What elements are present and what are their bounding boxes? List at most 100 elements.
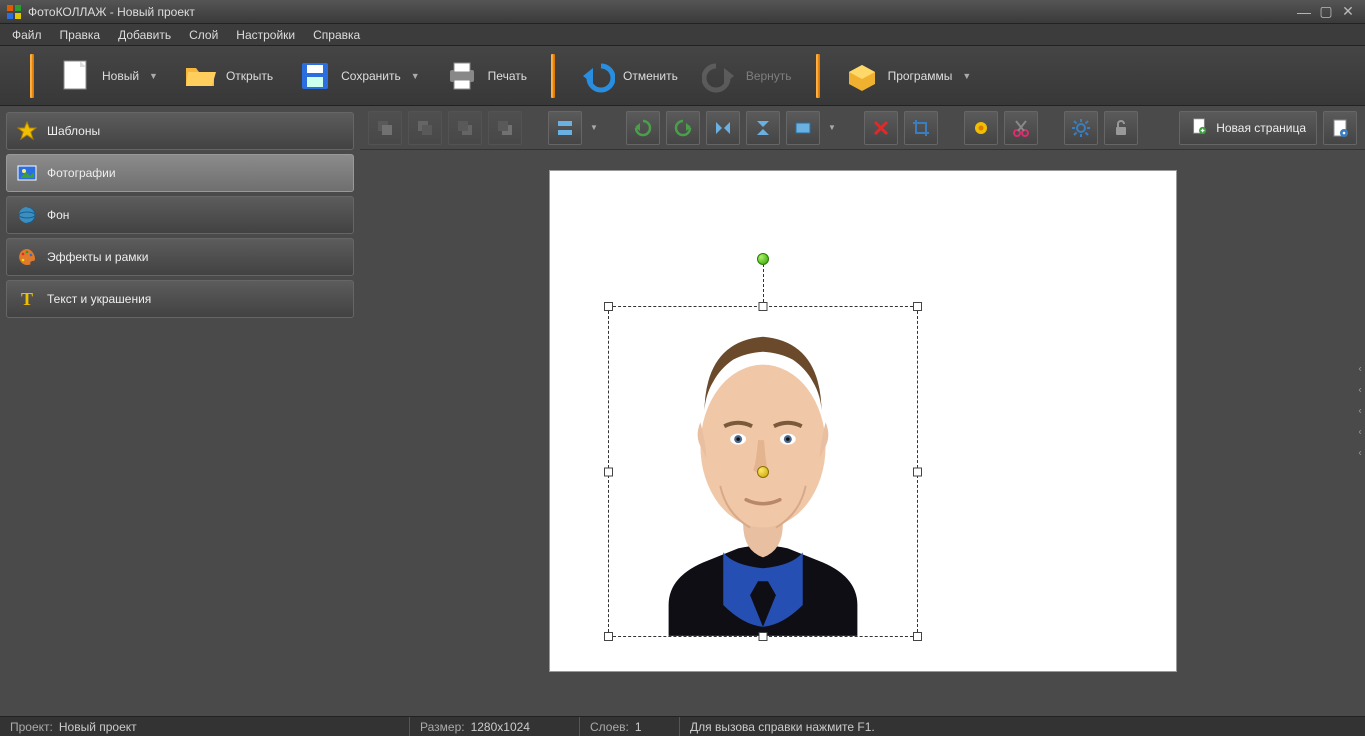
resize-handle-sw[interactable] [604,632,613,641]
print-icon [444,58,480,94]
status-layers: Слоев: 1 [580,717,680,736]
menu-bar: Файл Правка Добавить Слой Настройки Спра… [0,24,1365,46]
sidebar-item-photos[interactable]: Фотографии [6,154,354,192]
menu-settings[interactable]: Настройки [230,26,301,44]
flip-vertical-button[interactable] [746,111,780,145]
status-layers-label: Слоев: [590,720,629,734]
status-project-value: Новый проект [59,720,137,734]
sidebar: Шаблоны Фотографии Фон Эффекты и рамки T… [0,106,360,716]
sidebar-item-templates[interactable]: Шаблоны [6,112,354,150]
title-bar: ФотоКОЛЛАЖ - Новый проект — ▢ ✕ [0,0,1365,24]
canvas[interactable] [549,170,1177,672]
redo-button[interactable]: Вернуть [692,52,802,100]
new-page-label: Новая страница [1216,121,1306,135]
programs-label: Программы [888,69,953,83]
menu-layer[interactable]: Слой [183,26,224,44]
cut-button[interactable] [1004,111,1038,145]
send-backward-button[interactable] [448,111,482,145]
menu-edit[interactable]: Правка [54,26,107,44]
bring-front-button[interactable] [368,111,402,145]
sidebar-item-label: Текст и украшения [47,292,151,306]
work-area: ▼ ▼ Новая страница [360,106,1365,716]
resize-handle-ne[interactable] [913,302,922,311]
rotation-line [763,259,764,307]
redo-icon [702,58,738,94]
undo-button[interactable]: Отменить [569,52,688,100]
resize-handle-w[interactable] [604,467,613,476]
sidebar-item-label: Фон [47,208,69,222]
programs-button[interactable]: Программы ▼ [834,52,982,100]
status-bar: Проект: Новый проект Размер: 1280x1024 С… [0,716,1365,736]
save-icon [297,58,333,94]
color-button[interactable] [964,111,998,145]
status-size: Размер: 1280x1024 [410,717,580,736]
sidebar-item-label: Шаблоны [47,124,100,138]
status-project-label: Проект: [10,720,53,734]
save-button[interactable]: Сохранить ▼ [287,52,430,100]
toolbar-separator [816,54,820,98]
sidebar-item-effects[interactable]: Эффекты и рамки [6,238,354,276]
minimize-button[interactable]: — [1293,4,1315,20]
resize-handle-s[interactable] [758,632,767,641]
undo-icon [579,58,615,94]
dropdown-icon: ▼ [411,71,420,81]
box-icon [844,58,880,94]
open-button[interactable]: Открыть [172,52,283,100]
open-label: Открыть [226,69,273,83]
palette-icon [17,247,37,267]
flip-horizontal-button[interactable] [706,111,740,145]
text-icon: T [17,289,37,309]
star-icon [17,121,37,141]
rotate-right-button[interactable] [666,111,700,145]
rotation-handle[interactable] [757,253,769,265]
resize-handle-nw[interactable] [604,302,613,311]
align-button[interactable] [548,111,582,145]
page-settings-button[interactable] [1323,111,1357,145]
canvas-viewport[interactable] [360,150,1365,716]
rotate-left-button[interactable] [626,111,660,145]
status-project: Проект: Новый проект [0,717,410,736]
dropdown-icon: ▼ [149,71,158,81]
main-toolbar: Новый ▼ Открыть Сохранить ▼ Печать Отмен… [0,46,1365,106]
dropdown-icon[interactable]: ▼ [826,123,838,132]
settings-button[interactable] [1064,111,1098,145]
fit-button[interactable] [786,111,820,145]
lock-button[interactable] [1104,111,1138,145]
delete-button[interactable] [864,111,898,145]
status-layers-value: 1 [635,720,642,734]
selection-box[interactable] [608,306,918,637]
resize-handle-n[interactable] [758,302,767,311]
resize-handle-e[interactable] [913,467,922,476]
globe-icon [17,205,37,225]
send-back-button[interactable] [488,111,522,145]
window-title: ФотоКОЛЛАЖ - Новый проект [28,5,1293,19]
save-label: Сохранить [341,69,401,83]
status-size-value: 1280x1024 [471,720,530,734]
new-label: Новый [102,69,139,83]
new-page-button[interactable]: Новая страница [1179,111,1317,145]
print-label: Печать [488,69,527,83]
page-plus-icon [1190,117,1208,138]
sidebar-item-text[interactable]: T Текст и украшения [6,280,354,318]
new-button[interactable]: Новый ▼ [48,52,168,100]
dropdown-icon: ▼ [962,71,971,81]
editor-toolbar: ▼ ▼ Новая страница [360,106,1365,150]
dropdown-icon[interactable]: ▼ [588,123,600,132]
folder-open-icon [182,58,218,94]
toolbar-separator [30,54,34,98]
sidebar-item-background[interactable]: Фон [6,196,354,234]
right-panel-handle[interactable]: ‹‹‹‹‹ [1355,364,1365,459]
print-button[interactable]: Печать [434,52,537,100]
menu-file[interactable]: Файл [6,26,48,44]
close-button[interactable]: ✕ [1337,3,1359,20]
resize-handle-se[interactable] [913,632,922,641]
status-size-label: Размер: [420,720,465,734]
svg-text:T: T [21,289,33,309]
bring-forward-button[interactable] [408,111,442,145]
sidebar-item-label: Эффекты и рамки [47,250,148,264]
center-handle[interactable] [757,466,769,478]
menu-add[interactable]: Добавить [112,26,177,44]
crop-button[interactable] [904,111,938,145]
menu-help[interactable]: Справка [307,26,366,44]
maximize-button[interactable]: ▢ [1315,3,1337,20]
